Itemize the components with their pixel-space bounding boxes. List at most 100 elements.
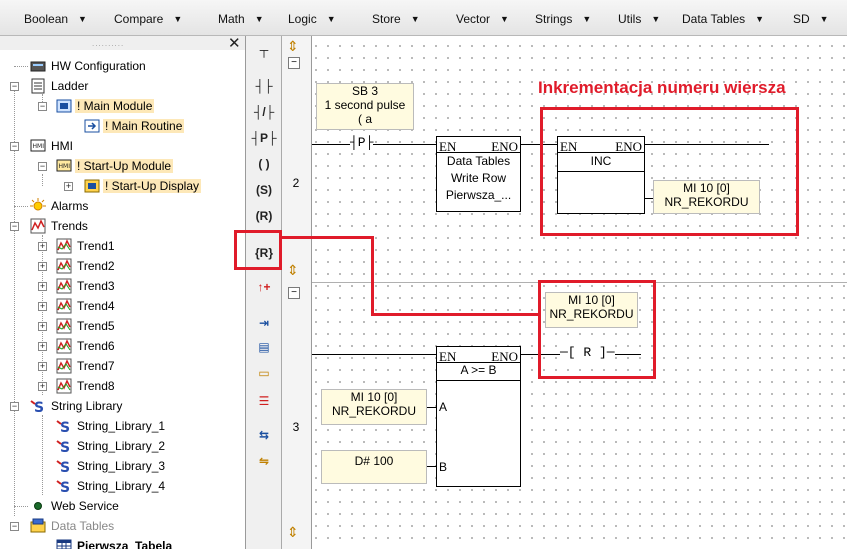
tree-item-trend5[interactable]: Trend5 xyxy=(56,317,117,335)
set-coil-tool[interactable]: (S) xyxy=(250,179,278,201)
rung-marker-icon[interactable]: ⇕ xyxy=(287,524,299,541)
tree-item-label: String_Library_2 xyxy=(77,439,166,453)
ladder-icon xyxy=(30,78,46,94)
expand-trend-button[interactable]: + xyxy=(38,282,47,291)
rung-marker-icon[interactable]: ⇕ xyxy=(287,262,299,279)
menu-utils[interactable]: Utils ▼ xyxy=(618,10,660,28)
svg-text:S: S xyxy=(60,460,70,474)
routine-icon xyxy=(84,118,100,134)
collapse-data-tables-button[interactable]: − xyxy=(10,522,19,531)
menu-sd[interactable]: SD ▼ xyxy=(793,10,829,28)
collapse-startup-module-button[interactable]: − xyxy=(38,162,47,171)
drag-grip-icon[interactable]: .......... xyxy=(92,39,124,48)
dropdown-arrow-icon: ▼ xyxy=(755,14,765,24)
expand-startup-display-button[interactable]: + xyxy=(64,182,73,191)
tree-item-trend1[interactable]: Trend1 xyxy=(56,237,117,255)
tree-item-ladder[interactable]: Ladder xyxy=(30,77,90,95)
expand-trend-button[interactable]: + xyxy=(38,302,47,311)
expand-trend-button[interactable]: + xyxy=(38,262,47,271)
tree-item-main-module[interactable]: ! Main Module xyxy=(56,97,155,115)
tree-item-string-library-2[interactable]: S String_Library_2 xyxy=(56,437,167,456)
menu-compare[interactable]: Compare ▼ xyxy=(114,10,182,28)
tree-item-label: ! Start-Up Display xyxy=(103,179,202,193)
tree-item-main-routine[interactable]: ! Main Routine xyxy=(84,117,185,135)
menu-vector[interactable]: Vector ▼ xyxy=(456,10,509,28)
contact-no-tool[interactable]: ┤├ xyxy=(250,75,278,97)
jump-tool[interactable]: ⇥ xyxy=(250,312,278,334)
collapse-trends-button[interactable]: − xyxy=(10,222,19,231)
menu-strings[interactable]: Strings ▼ xyxy=(535,10,591,28)
collapse-ladder-button[interactable]: − xyxy=(10,82,19,91)
tree-item-trend7[interactable]: Trend7 xyxy=(56,357,117,375)
tree-item-trend2[interactable]: Trend2 xyxy=(56,257,117,275)
tree-item-trend3[interactable]: Trend3 xyxy=(56,277,117,295)
tree-item-trend8[interactable]: Trend8 xyxy=(56,377,117,395)
expand-trend-button[interactable]: + xyxy=(38,242,47,251)
tree-item-label: Trend8 xyxy=(77,379,115,393)
tree-item-data-tables[interactable]: Data Tables xyxy=(30,517,116,535)
call-tool[interactable]: ⇆ xyxy=(250,424,278,446)
block-tool[interactable]: ▤ xyxy=(250,336,278,358)
rung-wire xyxy=(427,407,436,408)
operand-text: SB 3 xyxy=(351,84,378,98)
tree-item-string-library[interactable]: S String Library xyxy=(30,397,124,416)
tree-item-hmi[interactable]: HMI HMI xyxy=(30,137,75,155)
pin-b-label: B xyxy=(439,460,448,474)
close-panel-button[interactable]: ✕ xyxy=(228,36,241,52)
tree-item-string-library-1[interactable]: S String_Library_1 xyxy=(56,417,167,436)
dropdown-arrow-icon: ▼ xyxy=(410,14,420,24)
tree-item-pierwsza-tabela[interactable]: Pierwsza_Tabela xyxy=(56,537,174,549)
trend-icon xyxy=(56,358,72,374)
menu-math[interactable]: Math ▼ xyxy=(218,10,264,28)
collapse-rung-3-button[interactable]: − xyxy=(288,287,300,299)
positive-transition-contact[interactable]: ┤P├ xyxy=(350,135,374,150)
collapse-string-library-button[interactable]: − xyxy=(10,402,19,411)
collapse-main-module-button[interactable]: − xyxy=(38,102,47,111)
tree-item-startup-display[interactable]: ! Start-Up Display xyxy=(84,177,202,195)
comment-tool[interactable]: ▭ xyxy=(250,362,278,384)
string-library-icon: S xyxy=(30,398,46,416)
coil-tool[interactable]: ( ) xyxy=(250,153,278,175)
tree-item-string-library-3[interactable]: S String_Library_3 xyxy=(56,457,167,476)
subroutine-tool[interactable]: ⇋ xyxy=(250,450,278,472)
menu-logic[interactable]: Logic ▼ xyxy=(288,10,336,28)
tree-item-trend4[interactable]: Trend4 xyxy=(56,297,117,315)
string-icon: S xyxy=(56,438,72,456)
contact-nc-tool[interactable]: ┤/├ xyxy=(250,101,278,123)
dropdown-arrow-icon: ▼ xyxy=(173,14,183,24)
list-tool[interactable]: ☰ xyxy=(250,390,278,412)
rung-marker-icon[interactable]: ⇕ xyxy=(287,38,299,55)
menu-data-tables[interactable]: Data Tables ▼ xyxy=(682,10,764,28)
data-table-write-row-block[interactable]: EN ENO Data Tables Write Row Pierwsza_..… xyxy=(436,136,521,212)
collapse-hmi-button[interactable]: − xyxy=(10,142,19,151)
menu-boolean[interactable]: Boolean ▼ xyxy=(24,10,87,28)
tree-item-string-library-4[interactable]: S String_Library_4 xyxy=(56,477,167,496)
trend-icon xyxy=(56,278,72,294)
tree-item-alarms[interactable]: Alarms xyxy=(30,197,90,215)
operand-text: ( a xyxy=(357,112,372,126)
reset-tool-highlight xyxy=(234,230,282,270)
tree-item-startup-module[interactable]: HMI ! Start-Up Module xyxy=(56,157,174,175)
top-wire-tool[interactable]: ┬ xyxy=(250,39,278,61)
compare-operand-a[interactable]: MI 10 [0] NR_REKORDU xyxy=(321,389,427,425)
compare-ge-block[interactable]: EN ENO A >= B xyxy=(436,346,521,487)
annotation-text: Inkrementacja numeru wiersza xyxy=(538,78,786,97)
panel-header[interactable]: .......... xyxy=(0,36,245,50)
contact-operand[interactable]: SB 3 1 second pulse ( a xyxy=(316,83,414,130)
expand-trend-button[interactable]: + xyxy=(38,342,47,351)
expand-trend-button[interactable]: + xyxy=(38,362,47,371)
collapse-rung-2-button[interactable]: − xyxy=(288,57,300,69)
table-icon xyxy=(56,538,72,549)
call-icon: ⇆ xyxy=(258,428,270,442)
contact-positive-tool[interactable]: ┤P├ xyxy=(250,127,278,149)
tree-item-trends[interactable]: Trends xyxy=(30,217,90,235)
expand-trend-button[interactable]: + xyxy=(38,382,47,391)
tree-item-trend6[interactable]: Trend6 xyxy=(56,337,117,355)
expand-trend-button[interactable]: + xyxy=(38,322,47,331)
tree-item-web-service[interactable]: Web Service xyxy=(30,497,121,515)
reset-coil-tool[interactable]: (R) xyxy=(250,205,278,227)
menu-store[interactable]: Store ▼ xyxy=(372,10,420,28)
compare-operand-b[interactable]: D# 100 xyxy=(321,450,427,484)
increment-tool[interactable]: ↑+ xyxy=(250,276,278,298)
tree-item-hw-configuration[interactable]: HW Configuration xyxy=(30,57,148,75)
